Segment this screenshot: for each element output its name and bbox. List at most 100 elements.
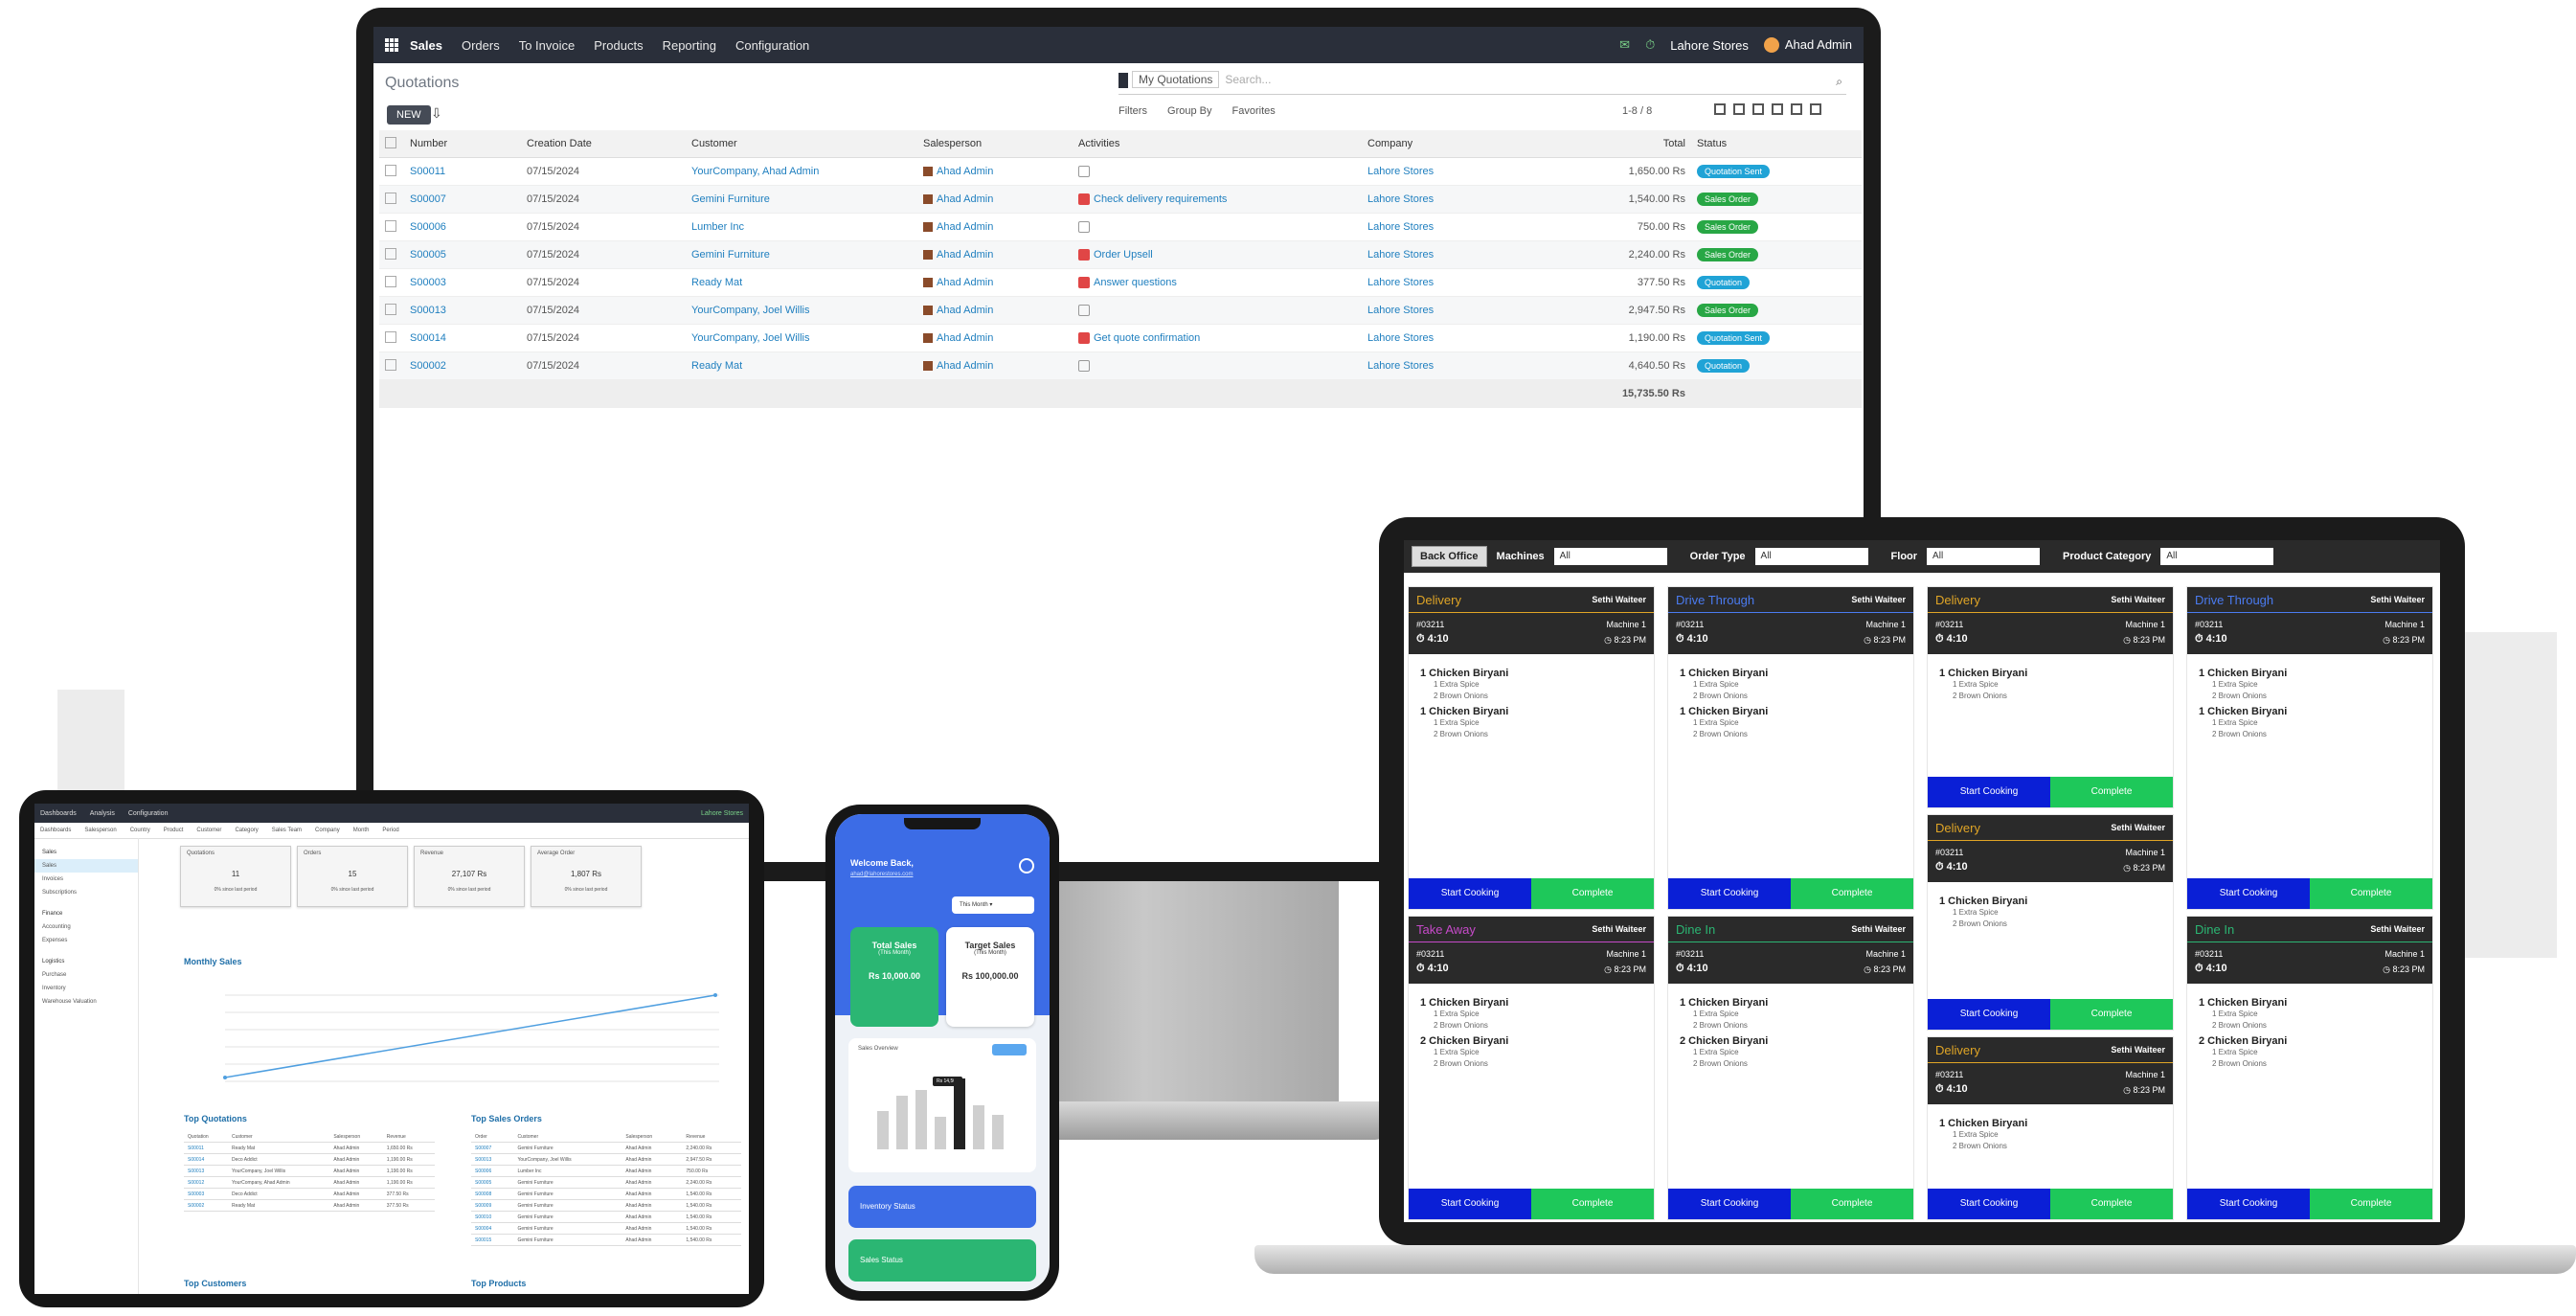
row-checkbox[interactable] — [385, 358, 396, 371]
tablet-nav-item[interactable]: Analysis — [90, 810, 115, 817]
tablet-nav-item[interactable]: Configuration — [128, 810, 169, 817]
order-number[interactable]: S00013 — [404, 296, 521, 325]
order-ticket[interactable]: Drive Through Sethi Waiteer #03211 Machine … — [1667, 586, 1914, 910]
tablet-nav-item[interactable]: Dashboards — [40, 810, 77, 817]
filter-dropdown[interactable]: Country — [130, 828, 150, 833]
tablet-company[interactable]: Lahore Stores — [701, 810, 743, 817]
column-header[interactable]: Revenue — [382, 1131, 435, 1143]
filter-dropdown[interactable]: Customer — [196, 828, 221, 833]
kpi-card[interactable]: Quotations 11 0% since last period — [180, 846, 291, 907]
activity-icon[interactable]: ⏱ — [1645, 37, 1655, 53]
order-ticket[interactable]: Take Away Sethi Waiteer #03211 Machine 1 ⏱ 4… — [1408, 916, 1655, 1220]
sidebar-item-purchase[interactable]: Purchase — [34, 968, 138, 982]
order-number[interactable]: S00005 — [404, 240, 521, 269]
activity-cell[interactable] — [1073, 157, 1362, 186]
ticket-item[interactable]: 1 Chicken Biryani — [1939, 1118, 2161, 1129]
chart-bar[interactable] — [954, 1078, 965, 1149]
total-sales-card[interactable]: Total Sales (This Month) Rs 10,000.00 — [850, 927, 938, 1027]
ticket-item[interactable]: 1 Chicken Biryani — [2199, 668, 2421, 679]
customer-name[interactable]: Ready Mat — [686, 268, 917, 297]
activity-cell[interactable] — [1073, 296, 1362, 325]
clock-icon[interactable] — [1078, 305, 1090, 317]
favorites-button[interactable]: Favorites — [1232, 105, 1276, 117]
target-sales-card[interactable]: Target Sales (This Month) Rs 100,000.00 — [946, 927, 1034, 1027]
inventory-status-button[interactable]: Inventory Status — [848, 1186, 1036, 1228]
table-row[interactable]: S00014 Deco Addict Ahad Admin 1,190.00 Rs — [184, 1153, 435, 1166]
customer-name[interactable]: YourCompany, Joel Willis — [686, 296, 917, 325]
column-header[interactable]: Customer — [228, 1131, 330, 1143]
column-header[interactable]: Quotation — [184, 1131, 228, 1143]
filters-button[interactable]: Filters — [1119, 105, 1147, 117]
search-facet[interactable]: My Quotations — [1132, 71, 1220, 89]
nav-item-to-invoice[interactable]: To Invoice — [519, 38, 576, 53]
order-ticket[interactable]: Dine In Sethi Waiteer #03211 Machine 1 ⏱ 4:1… — [1667, 916, 1914, 1220]
kpi-card[interactable]: Revenue 27,107 Rs 0% since last period — [414, 846, 525, 907]
table-row[interactable]: S00013 YourCompany, Joel Willis Ahad Admin… — [471, 1153, 741, 1166]
clock-icon[interactable] — [1078, 221, 1090, 234]
activity-cell[interactable] — [1073, 352, 1362, 380]
kpi-card[interactable]: Average Order 1,807 Rs 0% since last perio… — [531, 846, 642, 907]
search-bar[interactable]: My Quotations Search... ⌕ — [1119, 71, 1846, 95]
user-menu[interactable]: Ahad Admin — [1763, 37, 1852, 54]
clock-icon[interactable] — [1078, 166, 1090, 178]
product-category-select[interactable]: All — [2160, 548, 2274, 565]
nav-item-configuration[interactable]: Configuration — [735, 38, 809, 53]
order-type-select[interactable]: All — [1754, 548, 1868, 565]
table-row[interactable]: S00007 Gemini Furniture Ahad Admin 2,240.00… — [471, 1142, 741, 1154]
ticket-item[interactable]: 1 Chicken Biryani — [1680, 668, 1902, 679]
table-row[interactable]: S00011 Ready Mat Ahad Admin 1,650.00 Rs — [184, 1142, 435, 1154]
machines-select[interactable]: All — [1553, 548, 1667, 565]
table-row[interactable]: S00006 Lumber Inc Ahad Admin 750.00 Rs — [471, 1165, 741, 1177]
table-row[interactable]: S00015 Gemini Furniture Ahad Admin 1,540.00… — [471, 1234, 741, 1246]
nav-item-reporting[interactable]: Reporting — [663, 38, 716, 53]
activity-cell[interactable]: Answer questions — [1073, 268, 1362, 297]
group-by-button[interactable]: Group By — [1167, 105, 1211, 117]
table-row[interactable]: S00007 07/15/2024 Gemini Furniture Ahad Adm… — [379, 185, 1862, 214]
column-header[interactable]: Revenue — [682, 1131, 741, 1143]
ticket-item[interactable]: 1 Chicken Biryani — [2199, 997, 2421, 1009]
table-row[interactable]: S00003 07/15/2024 Ready Mat Ahad Admin Answe… — [379, 268, 1862, 297]
row-checkbox[interactable] — [385, 330, 396, 343]
clock-icon[interactable] — [1078, 332, 1090, 345]
order-ticket[interactable]: Drive Through Sethi Waiteer #03211 Machine … — [2186, 586, 2433, 910]
clock-icon[interactable] — [1078, 193, 1090, 206]
customer-name[interactable]: YourCompany, Joel Willis — [686, 324, 917, 352]
filter-dropdown[interactable]: Category — [235, 828, 258, 833]
sidebar-item-warehouse-valuation[interactable]: Warehouse Valuation — [34, 995, 138, 1009]
column-header[interactable]: Customer — [513, 1131, 622, 1143]
start-cooking-button[interactable]: Start Cooking — [1668, 1189, 1791, 1219]
column-header[interactable]: Creation Date — [521, 130, 686, 158]
sidebar-item-invoices[interactable]: Invoices — [34, 873, 138, 886]
ticket-item[interactable]: 1 Chicken Biryani — [1420, 997, 1642, 1009]
row-checkbox[interactable] — [385, 164, 396, 176]
column-header[interactable]: Activities — [1073, 130, 1362, 158]
complete-button[interactable]: Complete — [2310, 1189, 2432, 1219]
table-row[interactable]: S00013 YourCompany, Joel Willis Ahad Admin… — [184, 1165, 435, 1177]
sales-status-button[interactable]: Sales Status — [848, 1239, 1036, 1282]
sidebar-item-sales[interactable]: Sales — [34, 859, 138, 873]
column-header[interactable]: Order — [471, 1131, 514, 1143]
company-switcher[interactable]: Lahore Stores — [1670, 38, 1749, 53]
start-cooking-button[interactable]: Start Cooking — [1409, 1189, 1531, 1219]
nav-item-orders[interactable]: Orders — [462, 38, 500, 53]
order-ticket[interactable]: Delivery Sethi Waiteer #03211 Machine 1 ⏱ 4:… — [1927, 814, 2174, 1031]
clock-icon[interactable] — [1078, 249, 1090, 261]
ticket-item[interactable]: 1 Chicken Biryani — [1680, 706, 1902, 717]
filter-dropdown[interactable]: Salesperson — [84, 828, 116, 833]
table-row[interactable]: S00002 Ready Mat Ahad Admin 377.50 Rs — [184, 1199, 435, 1212]
filter-dropdown[interactable]: Dashboards — [40, 828, 71, 833]
row-checkbox[interactable] — [385, 275, 396, 287]
download-icon[interactable]: ⇩ — [431, 105, 442, 122]
ticket-item[interactable]: 2 Chicken Biryani — [2199, 1035, 2421, 1047]
pivot-view-icon[interactable] — [1772, 103, 1783, 115]
clock-icon[interactable] — [1078, 277, 1090, 289]
table-row[interactable]: S00011 07/15/2024 YourCompany, Ahad Admin A… — [379, 157, 1862, 186]
order-number[interactable]: S00007 — [404, 185, 521, 214]
graph-view-icon[interactable] — [1791, 103, 1802, 115]
table-row[interactable]: S00014 07/15/2024 YourCompany, Joel Willis… — [379, 324, 1862, 352]
row-checkbox[interactable] — [385, 303, 396, 315]
table-row[interactable]: S00004 Gemini Furniture Ahad Admin 1,540.00… — [471, 1222, 741, 1235]
start-cooking-button[interactable]: Start Cooking — [2187, 878, 2310, 909]
activity-cell[interactable] — [1073, 213, 1362, 241]
ticket-item[interactable]: 1 Chicken Biryani — [1939, 896, 2161, 907]
